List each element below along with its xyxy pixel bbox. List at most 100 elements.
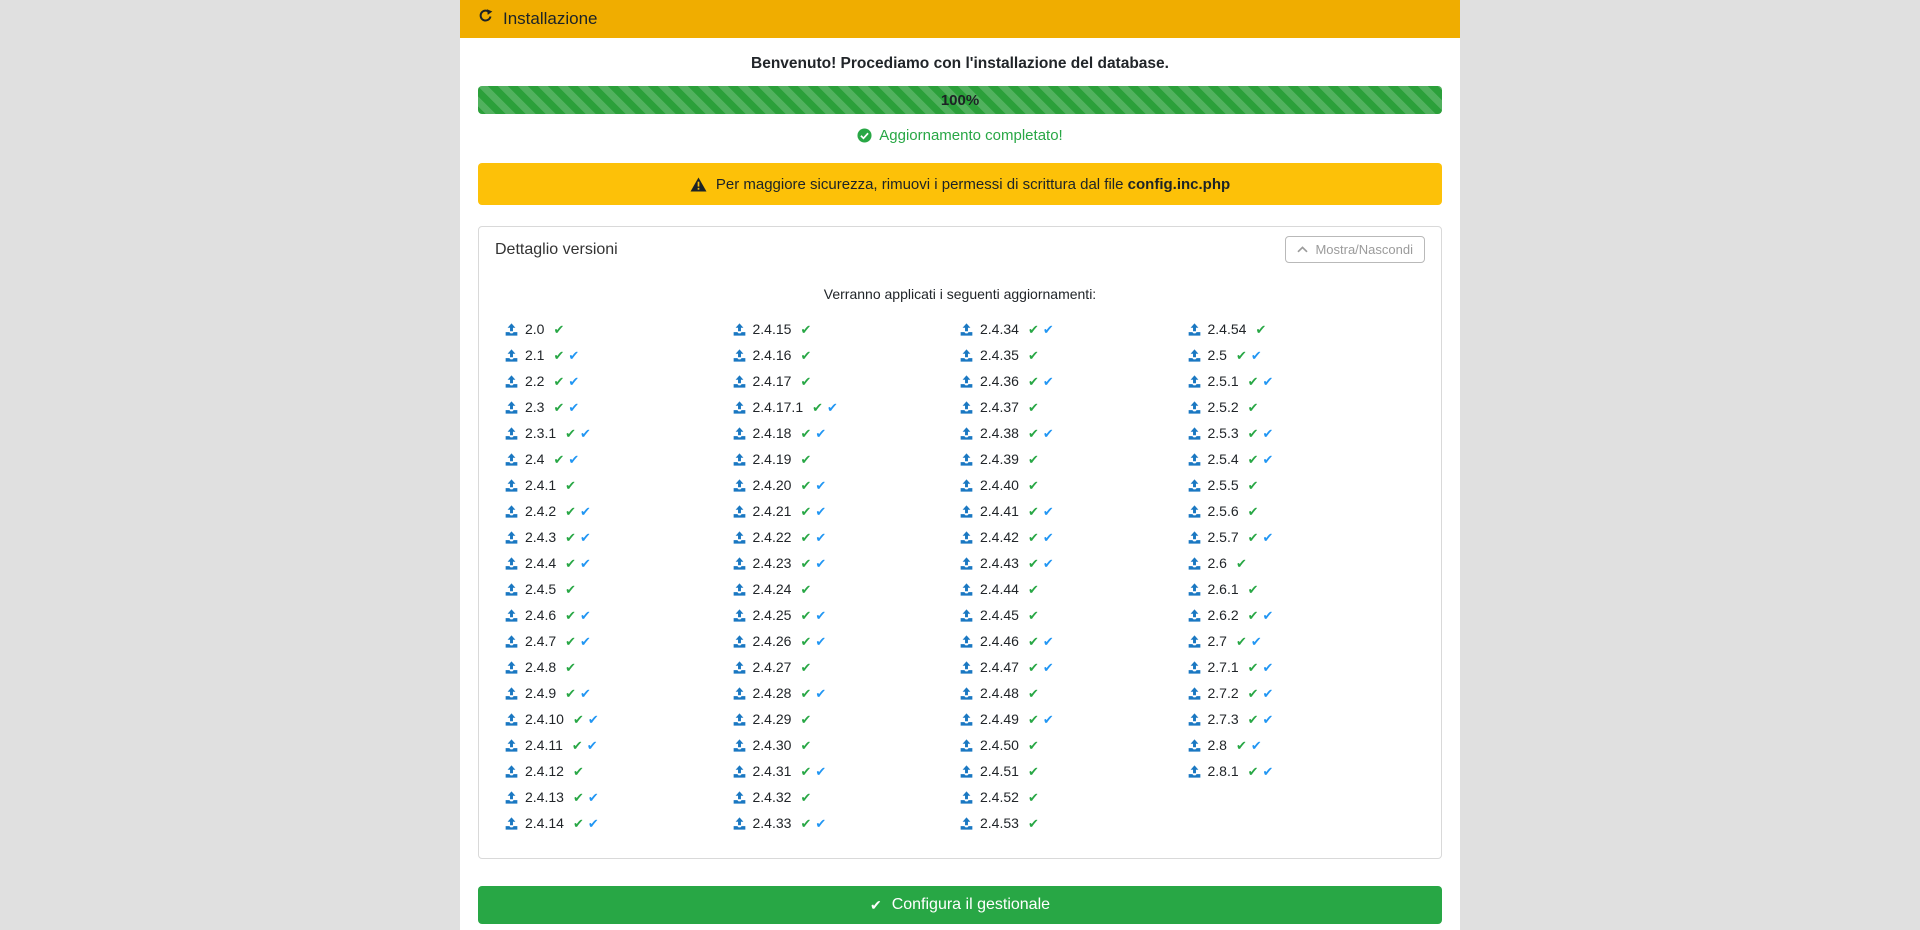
version-label: 2.4.31 [753,763,792,779]
upload-icon [733,817,746,830]
version-item: 2.4.23 ✔✔ [733,550,961,576]
version-item: 2.4.12 ✔ [505,758,733,784]
version-checks: ✔ [565,661,576,674]
version-label: 2.4.35 [980,347,1019,363]
version-checks: ✔ [1248,583,1259,596]
version-item: 2.4.41 ✔✔ [960,498,1188,524]
version-item: 2.4.33 ✔✔ [733,810,961,836]
version-item: 2.4.50 ✔ [960,732,1188,758]
version-item: 2.4.21 ✔✔ [733,498,961,524]
green-check-icon: ✔ [1248,713,1259,726]
version-label: 2.4.13 [525,789,564,805]
upload-icon [960,713,973,726]
version-column: 2.4.34 ✔✔ 2.4.35 ✔ 2.4.36 ✔✔ 2.4.37 ✔ [960,316,1188,836]
version-checks: ✔ [800,713,811,726]
version-item: 2.4.19 ✔ [733,446,961,472]
version-label: 2.4.37 [980,399,1019,415]
upload-icon [960,479,973,492]
version-label: 2.4.15 [753,321,792,337]
version-checks: ✔✔ [800,609,826,622]
version-label: 2.4.17.1 [753,399,804,415]
green-check-icon: ✔ [1028,583,1039,596]
upload-icon [960,687,973,700]
upload-icon [505,817,518,830]
version-item: 2.4.18 ✔✔ [733,420,961,446]
version-item: 2.4.27 ✔ [733,654,961,680]
version-checks: ✔✔ [1236,349,1262,362]
upload-icon [1188,375,1201,388]
version-checks: ✔✔ [553,375,579,388]
upload-icon [733,401,746,414]
green-check-icon: ✔ [553,375,564,388]
version-checks: ✔ [565,479,576,492]
version-label: 2.5.5 [1208,477,1239,493]
blue-check-icon: ✔ [815,427,826,440]
chevron-up-icon [1297,246,1308,253]
version-label: 2.4.34 [980,321,1019,337]
versions-subtitle: Verranno applicati i seguenti aggiorname… [505,286,1415,316]
version-item: 2.4.28 ✔✔ [733,680,961,706]
version-item: 2.5.1 ✔✔ [1188,368,1416,394]
green-check-icon: ✔ [565,505,576,518]
warning-filename: config.inc.php [1128,176,1231,193]
version-checks: ✔✔ [1248,713,1274,726]
green-check-icon: ✔ [1028,401,1039,414]
version-checks: ✔✔ [1248,661,1274,674]
configure-button[interactable]: ✔ Configura il gestionale [478,886,1442,924]
green-check-icon: ✔ [800,427,811,440]
green-check-icon: ✔ [1248,401,1259,414]
blue-check-icon: ✔ [568,375,579,388]
green-check-icon: ✔ [1028,739,1039,752]
upload-icon [505,479,518,492]
version-item: 2.4.22 ✔✔ [733,524,961,550]
version-item: 2.4.31 ✔✔ [733,758,961,784]
version-column: 2.0 ✔ 2.1 ✔✔ 2.2 ✔✔ 2.3 ✔✔ [505,316,733,836]
upload-icon [960,817,973,830]
blue-check-icon: ✔ [1043,661,1054,674]
version-item: 2.4.26 ✔✔ [733,628,961,654]
green-check-icon: ✔ [1028,817,1039,830]
check-icon: ✔ [870,897,882,914]
version-item: 2.4.43 ✔✔ [960,550,1188,576]
version-item: 2.4.24 ✔ [733,576,961,602]
upload-icon [733,323,746,336]
green-check-icon: ✔ [1248,583,1259,596]
version-checks: ✔ [800,375,811,388]
version-item: 2.4.5 ✔ [505,576,733,602]
upload-icon [1188,583,1201,596]
green-check-icon: ✔ [800,583,811,596]
green-check-icon: ✔ [800,609,811,622]
toggle-versions-button[interactable]: Mostra/Nascondi [1285,236,1425,263]
green-check-icon: ✔ [1236,349,1247,362]
version-label: 2.8 [1208,737,1227,753]
version-item: 2.1 ✔✔ [505,342,733,368]
version-item: 2.4.37 ✔ [960,394,1188,420]
green-check-icon: ✔ [800,687,811,700]
green-check-icon: ✔ [1028,453,1039,466]
upload-icon [1188,479,1201,492]
version-label: 2.4.47 [980,659,1019,675]
version-item: 2.4.30 ✔ [733,732,961,758]
version-checks: ✔✔ [565,609,591,622]
version-item: 2.4.42 ✔✔ [960,524,1188,550]
green-check-icon: ✔ [1028,635,1039,648]
version-label: 2.4.7 [525,633,556,649]
blue-check-icon: ✔ [1043,557,1054,570]
green-check-icon: ✔ [1248,505,1259,518]
upload-icon [505,635,518,648]
blue-check-icon: ✔ [1263,375,1274,388]
upload-icon [733,375,746,388]
versions-card: Dettaglio versioni Mostra/Nascondi Verra… [478,226,1442,859]
version-label: 2.4.25 [753,607,792,623]
blue-check-icon: ✔ [815,479,826,492]
upload-icon [733,505,746,518]
green-check-icon: ✔ [572,739,583,752]
green-check-icon: ✔ [565,583,576,596]
version-label: 2.2 [525,373,544,389]
version-label: 2.4.49 [980,711,1019,727]
version-checks: ✔ [800,661,811,674]
upload-icon [733,661,746,674]
version-checks: ✔✔ [1248,453,1274,466]
green-check-icon: ✔ [565,557,576,570]
upload-icon [505,427,518,440]
